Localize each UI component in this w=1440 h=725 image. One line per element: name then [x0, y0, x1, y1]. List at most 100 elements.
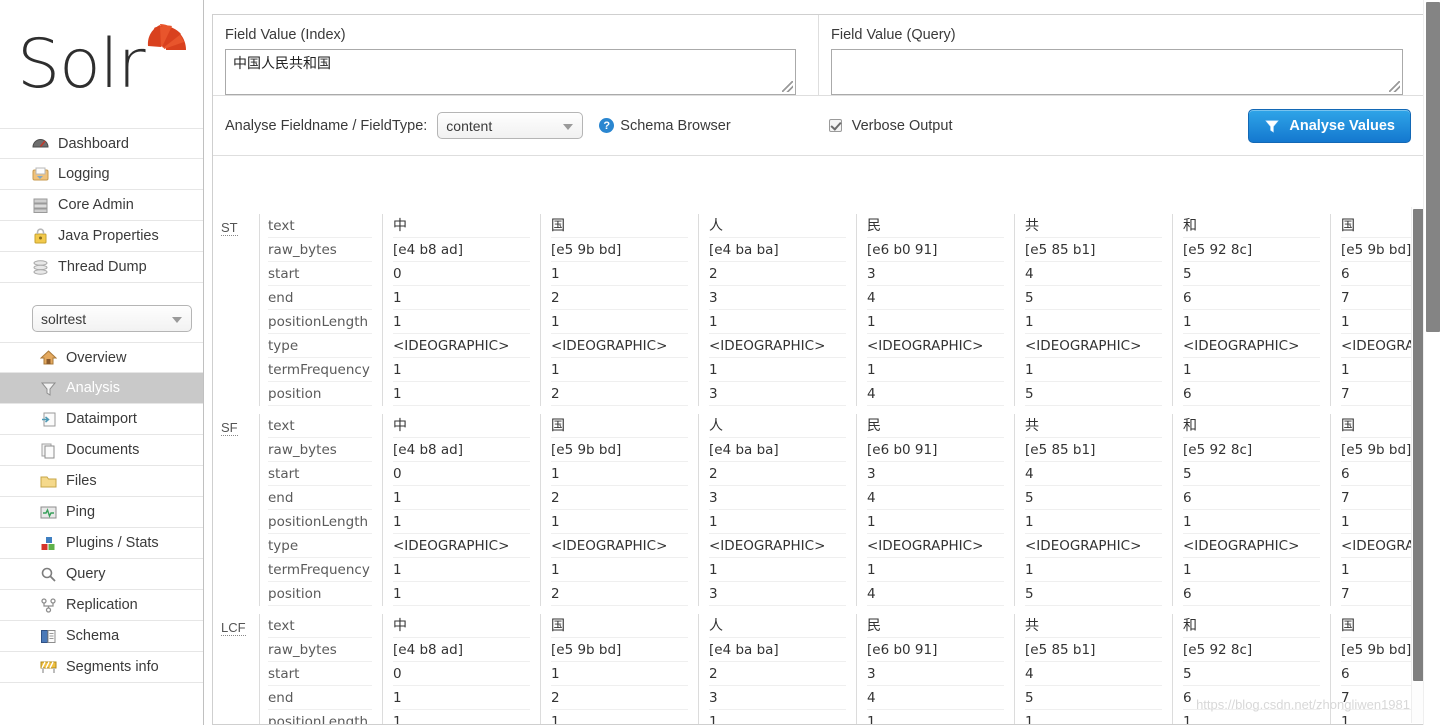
- sidebar-item-dataimport[interactable]: Dataimport: [0, 404, 203, 435]
- token-end: 6: [1183, 286, 1320, 310]
- sidebar-item-ping[interactable]: Ping: [0, 497, 203, 528]
- attribute-name: positionLength: [268, 510, 372, 534]
- token-type: <IDEOGRAPHIC>: [867, 534, 1004, 558]
- sidebar-item-core-admin[interactable]: Core Admin: [0, 190, 203, 221]
- token-raw_bytes: [e6 b0 91]: [867, 238, 1004, 262]
- sidebar-item-label: Schema: [66, 628, 120, 644]
- query-field-label: Field Value (Query): [831, 27, 956, 43]
- token-start: 3: [867, 262, 1004, 286]
- analyzer-abbr[interactable]: ST: [221, 220, 238, 236]
- sidebar-item-query[interactable]: Query: [0, 559, 203, 590]
- token-column: 和[e5 92 8c]561<IDEOGRAPHIC>16: [1172, 214, 1320, 406]
- sidebar-item-analysis[interactable]: Analysis: [0, 373, 203, 404]
- sidebar-item-documents[interactable]: Documents: [0, 435, 203, 466]
- verbose-output-checkbox[interactable]: [828, 119, 842, 132]
- analysis-results-scroll[interactable]: ST text raw_bytes start end positionLength typ…: [213, 206, 1425, 724]
- attribute-name: raw_bytes: [268, 638, 372, 662]
- analyzer-abbr[interactable]: LCF: [221, 620, 246, 636]
- token-text: 中: [393, 414, 530, 438]
- token-position: 6: [1183, 582, 1320, 606]
- analyzer-abbr[interactable]: SF: [221, 420, 238, 436]
- token-start: 4: [1025, 662, 1162, 686]
- token-position: 3: [709, 582, 846, 606]
- analyse-values-button[interactable]: Analyse Values: [1248, 108, 1411, 143]
- sidebar-item-logging[interactable]: Logging: [0, 159, 203, 190]
- sidebar-item-plugins-stats[interactable]: Plugins / Stats: [0, 528, 203, 559]
- book-icon: [40, 628, 57, 645]
- dashboard-icon: [32, 135, 49, 152]
- core-selector[interactable]: solrtest: [32, 305, 192, 332]
- schema-browser-link[interactable]: Schema Browser: [620, 118, 730, 134]
- token-positionLength: 1: [551, 510, 688, 534]
- attribute-name: raw_bytes: [268, 238, 372, 262]
- token-positionLength: 1: [393, 310, 530, 334]
- attribute-name: end: [268, 286, 372, 310]
- query-field-textarea[interactable]: [831, 49, 1403, 95]
- token-raw_bytes: [e5 92 8c]: [1183, 638, 1320, 662]
- sidebar-item-files[interactable]: Files: [0, 466, 203, 497]
- token-end: 1: [393, 286, 530, 310]
- fieldname-select[interactable]: content: [437, 112, 584, 139]
- resize-handle-icon[interactable]: [1389, 81, 1400, 92]
- token-start: 4: [1025, 462, 1162, 486]
- token-end: 4: [867, 486, 1004, 510]
- token-raw_bytes: [e4 ba ba]: [709, 438, 846, 462]
- token-type: <IDEOGRAPHIC>: [393, 534, 530, 558]
- token-position: 1: [393, 582, 530, 606]
- token-start: 1: [551, 262, 688, 286]
- token-column: 民[e6 b0 91]341<IDEOGRAPHIC>14: [856, 614, 1004, 724]
- core-navigation: Overview Analysis Dataimport Documents F…: [0, 342, 203, 683]
- token-raw_bytes: [e5 85 b1]: [1025, 638, 1162, 662]
- sidebar-item-label: Java Properties: [58, 228, 159, 244]
- token-end: 5: [1025, 286, 1162, 310]
- token-termFrequency: 1: [1025, 558, 1162, 582]
- token-positionLength: 1: [393, 510, 530, 534]
- attribute-name: start: [268, 462, 372, 486]
- page-scrollbar[interactable]: [1423, 0, 1440, 725]
- token-column: 人[e4 ba ba]231<IDEOGRAPHIC>13: [698, 214, 846, 406]
- sidebar-item-label: Overview: [66, 349, 127, 366]
- sidebar-item-dashboard[interactable]: Dashboard: [0, 128, 203, 159]
- attribute-name: text: [268, 214, 372, 238]
- analysis-results: ST text raw_bytes start end positionLength typ…: [213, 206, 1425, 724]
- replication-icon: [40, 597, 57, 614]
- token-text: 民: [867, 614, 1004, 638]
- attribute-name: end: [268, 486, 372, 510]
- token-termFrequency: 1: [551, 358, 688, 382]
- token-column: 和[e5 92 8c]561<IDEOGRAPHIC>16: [1172, 414, 1320, 606]
- sidebar-item-replication[interactable]: Replication: [0, 590, 203, 621]
- sidebar-item-schema[interactable]: Schema: [0, 621, 203, 652]
- plugins-icon: [40, 535, 57, 552]
- analysis-options-row: Analyse Fieldname / FieldType: content ?…: [213, 96, 1425, 156]
- sidebar-item-thread-dump[interactable]: Thread Dump: [0, 252, 203, 283]
- folder-icon: [40, 473, 57, 490]
- token-positionLength: 1: [867, 310, 1004, 334]
- token-column: 共[e5 85 b1]451<IDEOGRAPHIC>15: [1014, 414, 1162, 606]
- documents-icon: [40, 442, 57, 459]
- token-raw_bytes: [e6 b0 91]: [867, 638, 1004, 662]
- token-column: 国[e5 9b bd]121<IDEOGRAPHIC>12: [540, 414, 688, 606]
- token-start: 0: [393, 662, 530, 686]
- analyse-values-label: Analyse Values: [1289, 117, 1395, 134]
- token-end: 2: [551, 486, 688, 510]
- thread-dump-icon: [32, 259, 49, 276]
- token-raw_bytes: [e4 b8 ad]: [393, 238, 530, 262]
- token-positionLength: 1: [1025, 710, 1162, 724]
- help-question-icon[interactable]: ?: [599, 118, 615, 133]
- attribute-name: position: [268, 382, 372, 406]
- sidebar-item-label: Thread Dump: [58, 259, 147, 275]
- verbose-output-group: Verbose Output: [828, 118, 952, 134]
- sidebar-item-segments-info[interactable]: Segments info: [0, 652, 203, 683]
- sidebar-item-java-properties[interactable]: Java Properties: [0, 221, 203, 252]
- solr-logo[interactable]: Solr: [0, 0, 203, 126]
- funnel-icon: [1265, 120, 1280, 133]
- resize-handle-icon[interactable]: [782, 81, 793, 92]
- token-termFrequency: 1: [867, 358, 1004, 382]
- sidebar-item-overview[interactable]: Overview: [0, 342, 203, 373]
- chevron-down-icon: [172, 317, 182, 323]
- attribute-name-column: textraw_bytesstartendpositionLengthtypet…: [260, 414, 372, 606]
- token-text: 中: [393, 214, 530, 238]
- token-raw_bytes: [e4 ba ba]: [709, 638, 846, 662]
- page-scrollbar-thumb[interactable]: [1426, 2, 1440, 332]
- index-field-textarea[interactable]: 中国人民共和国: [225, 49, 796, 95]
